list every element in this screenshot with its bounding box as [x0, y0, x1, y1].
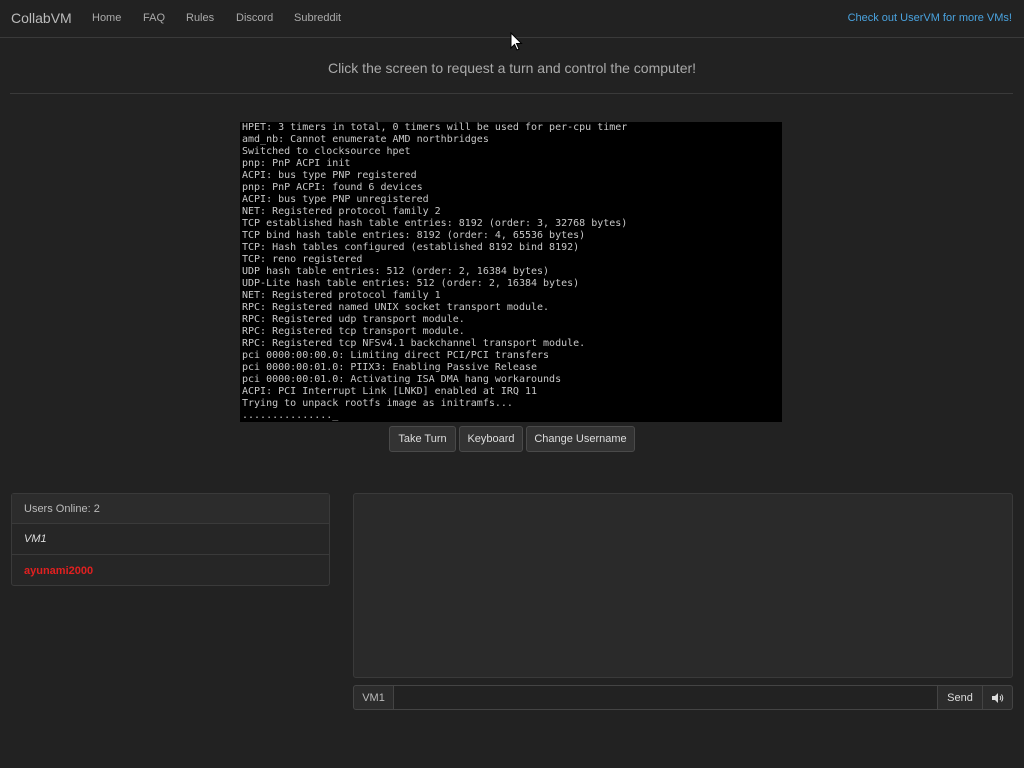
terminal-line: pnp: PnP ACPI init — [242, 158, 351, 169]
mouse-cursor-icon — [510, 32, 523, 51]
terminal-line: RPC: Registered tcp transport module. — [242, 326, 465, 337]
turn-prompt: Click the screen to request a turn and c… — [327, 60, 697, 76]
divider — [10, 93, 1013, 94]
user-list-item[interactable]: ayunami2000 — [12, 555, 329, 586]
nav-home[interactable]: Home — [92, 12, 121, 24]
terminal-line: TCP established hash table entries: 8192… — [242, 218, 628, 229]
users-online-header: Users Online: 2 — [12, 494, 329, 524]
terminal-line: pci 0000:00:01.0: Activating ISA DMA han… — [242, 374, 562, 385]
user-list-item[interactable]: VM1 — [12, 524, 329, 555]
nav-uservm-promo[interactable]: Check out UserVM for more VMs! — [848, 12, 1012, 24]
terminal-line: Switched to clocksource hpet — [242, 146, 411, 157]
terminal-line: UDP-Lite hash table entries: 512 (order:… — [242, 278, 580, 289]
chat-log[interactable] — [353, 493, 1013, 678]
take-turn-button[interactable]: Take Turn — [389, 426, 456, 452]
terminal-line: NET: Registered protocol family 1 — [242, 290, 441, 301]
terminal-line: Trying to unpack rootfs image as initram… — [242, 398, 513, 409]
terminal-line: TCP: Hash tables configured (established… — [242, 242, 580, 253]
terminal-line: ACPI: bus type PNP unregistered — [242, 194, 429, 205]
terminal-line: pnp: PnP ACPI: found 6 devices — [242, 182, 423, 193]
send-button[interactable]: Send — [938, 685, 983, 710]
terminal-line: HPET: 3 timers in total, 0 timers will b… — [242, 122, 628, 133]
terminal-line: UDP hash table entries: 512 (order: 2, 1… — [242, 266, 550, 277]
users-panel: Users Online: 2 VM1 ayunami2000 — [11, 493, 330, 586]
brand-logo[interactable]: CollabVM — [11, 10, 72, 26]
terminal-line: RPC: Registered tcp NFSv4.1 backchannel … — [242, 338, 586, 349]
change-username-button[interactable]: Change Username — [526, 426, 635, 452]
nav-faq[interactable]: FAQ — [143, 12, 165, 24]
terminal-line: NET: Registered protocol family 2 — [242, 206, 441, 217]
nav-subreddit[interactable]: Subreddit — [294, 12, 341, 24]
terminal-line: pci 0000:00:00.0: Limiting direct PCI/PC… — [242, 350, 550, 361]
nav-rules[interactable]: Rules — [186, 12, 214, 24]
terminal-line: RPC: Registered named UNIX socket transp… — [242, 302, 550, 313]
chat-input-group: VM1 Send — [353, 685, 1013, 710]
speaker-icon-glyph — [991, 692, 1003, 703]
terminal-line: ACPI: PCI Interrupt Link [LNKD] enabled … — [242, 386, 538, 397]
speaker-icon[interactable] — [983, 685, 1013, 710]
chat-input[interactable] — [394, 685, 938, 710]
username: VM1 — [24, 533, 47, 545]
keyboard-button[interactable]: Keyboard — [459, 426, 523, 452]
terminal-line: pci 0000:00:01.0: PIIX3: Enabling Passiv… — [242, 362, 538, 373]
terminal-line: amd_nb: Cannot enumerate AMD northbridge… — [242, 134, 489, 145]
chat-username-label: VM1 — [353, 685, 394, 710]
terminal-output: HPET: 3 timers in total, 0 timers will b… — [242, 122, 627, 422]
username: ayunami2000 — [24, 564, 94, 577]
vm-screen[interactable]: HPET: 3 timers in total, 0 timers will b… — [240, 122, 782, 422]
terminal-line: TCP: reno registered — [242, 254, 363, 265]
nav-discord[interactable]: Discord — [236, 12, 273, 24]
terminal-line: ACPI: bus type PNP registered — [242, 170, 417, 181]
vm-button-row: Take Turn Keyboard Change Username — [0, 426, 1024, 452]
terminal-line: RPC: Registered udp transport module. — [242, 314, 465, 325]
terminal-line: ..............._ — [242, 410, 339, 421]
terminal-line: TCP bind hash table entries: 8192 (order… — [242, 230, 586, 241]
